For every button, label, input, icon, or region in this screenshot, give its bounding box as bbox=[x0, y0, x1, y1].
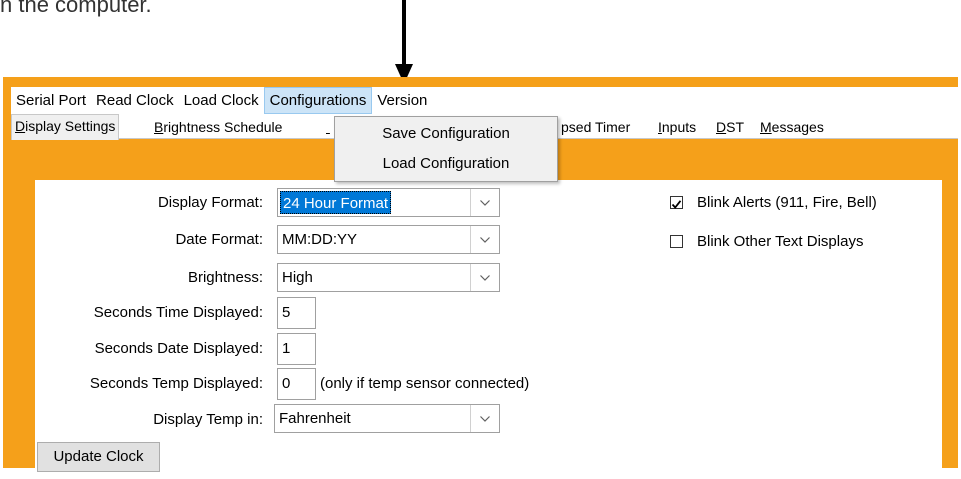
seconds-temp-hint: (only if temp sensor connected) bbox=[320, 375, 530, 392]
date-format-label: Date Format: bbox=[175, 231, 263, 248]
menu-serial-port[interactable]: Serial Port bbox=[11, 87, 91, 114]
blink-alerts-label: Blink Alerts (911, Fire, Bell) bbox=[697, 194, 877, 211]
tab-dst[interactable]: DST bbox=[713, 116, 747, 139]
tab-label: nputs bbox=[661, 119, 697, 135]
chevron-down-icon[interactable] bbox=[470, 264, 499, 291]
tab-label: isplay Settings bbox=[25, 118, 116, 134]
menu-version[interactable]: Version bbox=[372, 87, 432, 114]
temp-unit-value: Fahrenheit bbox=[279, 410, 351, 427]
blink-other-checkbox[interactable] bbox=[670, 235, 683, 248]
seconds-time-label: Seconds Time Displayed: bbox=[93, 304, 263, 321]
seconds-time-input[interactable]: 5 bbox=[277, 297, 316, 329]
brightness-select[interactable]: High bbox=[277, 263, 500, 292]
configurations-dropdown: Save Configuration Load Configuration bbox=[334, 116, 558, 182]
chevron-down-icon[interactable] bbox=[470, 189, 499, 216]
menu-bar: Serial Port Read Clock Load Clock Config… bbox=[11, 87, 961, 114]
temp-unit-label: Display Temp in: bbox=[153, 411, 263, 428]
seconds-date-input[interactable]: 1 bbox=[277, 333, 316, 365]
tab-accel-key: B bbox=[154, 119, 164, 135]
chevron-down-icon[interactable] bbox=[470, 405, 499, 432]
update-clock-button[interactable]: Update Clock bbox=[37, 442, 160, 472]
seconds-temp-input[interactable]: 0 bbox=[277, 368, 316, 400]
menu-load-clock[interactable]: Load Clock bbox=[179, 87, 264, 114]
tab-accel-key bbox=[326, 119, 330, 135]
blink-alerts-checkbox[interactable] bbox=[670, 196, 683, 209]
tab-brightness-schedule[interactable]: Brightness Schedule bbox=[151, 116, 285, 139]
tab-display-settings[interactable]: Display Settings bbox=[11, 114, 120, 140]
save-configuration-item[interactable]: Save Configuration bbox=[335, 120, 557, 148]
temp-unit-select[interactable]: Fahrenheit bbox=[274, 404, 500, 433]
tab-label: ST bbox=[726, 119, 745, 135]
brightness-label: Brightness: bbox=[187, 269, 263, 286]
date-format-value: MM:DD:YY bbox=[282, 231, 357, 248]
chevron-down-icon[interactable] bbox=[470, 226, 499, 253]
tab-label: essages bbox=[771, 119, 824, 135]
display-format-select[interactable]: 24 Hour Format bbox=[277, 188, 500, 217]
tab-elapsed-timer[interactable]: psed Timer bbox=[558, 116, 633, 139]
seconds-temp-label: Seconds Temp Displayed: bbox=[89, 375, 263, 392]
brightness-value: High bbox=[282, 269, 313, 286]
checkmark-icon bbox=[671, 200, 682, 209]
load-configuration-item[interactable]: Load Configuration bbox=[335, 150, 557, 178]
down-arrow-icon bbox=[395, 0, 413, 84]
tab-hidden-partial[interactable] bbox=[323, 116, 333, 139]
menu-configurations[interactable]: Configurations bbox=[263, 87, 373, 114]
display-format-value: 24 Hour Format bbox=[280, 191, 392, 214]
tab-messages[interactable]: Messages bbox=[757, 116, 827, 139]
menu-read-clock[interactable]: Read Clock bbox=[91, 87, 179, 114]
tab-label: psed Timer bbox=[561, 119, 631, 135]
date-format-select[interactable]: MM:DD:YY bbox=[277, 225, 500, 254]
tab-accel-key: D bbox=[716, 119, 727, 135]
instruction-text-fragment: n the computer. bbox=[0, 0, 152, 17]
tab-accel-key: M bbox=[760, 119, 772, 135]
tab-label: rightness Schedule bbox=[163, 119, 283, 135]
display-format-label: Display Format: bbox=[157, 194, 263, 211]
blink-other-label: Blink Other Text Displays bbox=[697, 233, 864, 250]
tab-inputs[interactable]: Inputs bbox=[655, 116, 699, 139]
seconds-date-label: Seconds Date Displayed: bbox=[94, 340, 263, 357]
tab-accel-key: D bbox=[15, 118, 26, 134]
